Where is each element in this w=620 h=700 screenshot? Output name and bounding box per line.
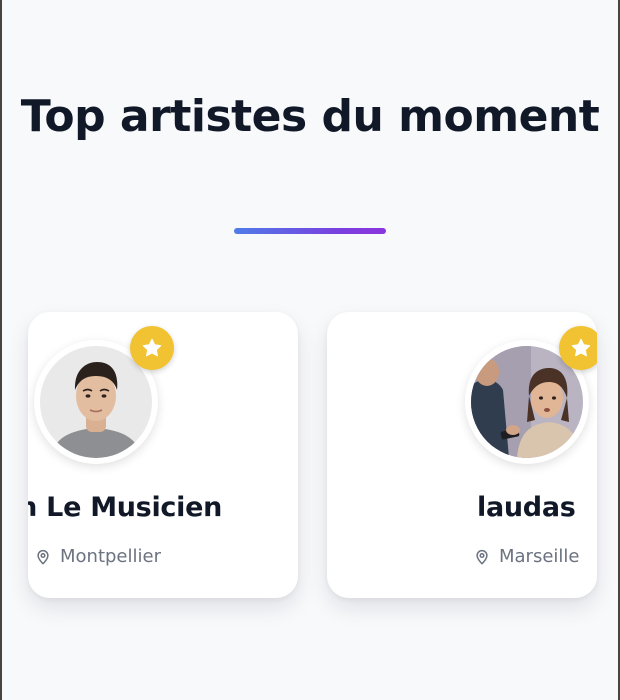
star-icon bbox=[142, 338, 162, 357]
artist-location: Marseille bbox=[473, 546, 580, 567]
featured-star-badge bbox=[130, 326, 174, 370]
map-pin-icon bbox=[476, 549, 488, 564]
star-icon bbox=[571, 338, 591, 357]
map-pin-icon bbox=[37, 549, 49, 564]
artist-name: aph Le Musicien bbox=[28, 492, 222, 523]
artist-card[interactable]: aph Le Musicien Montpellier bbox=[28, 312, 298, 598]
artists-carousel: aph Le Musicien Montpellier bbox=[0, 0, 620, 700]
artist-city-label: Marseille bbox=[499, 546, 580, 567]
artist-location: Montpellier bbox=[34, 546, 161, 567]
featured-star-badge bbox=[559, 326, 597, 370]
artist-card[interactable]: laudas Marseille bbox=[327, 312, 597, 598]
artist-city-label: Montpellier bbox=[60, 546, 161, 567]
artist-name: laudas bbox=[477, 492, 576, 523]
